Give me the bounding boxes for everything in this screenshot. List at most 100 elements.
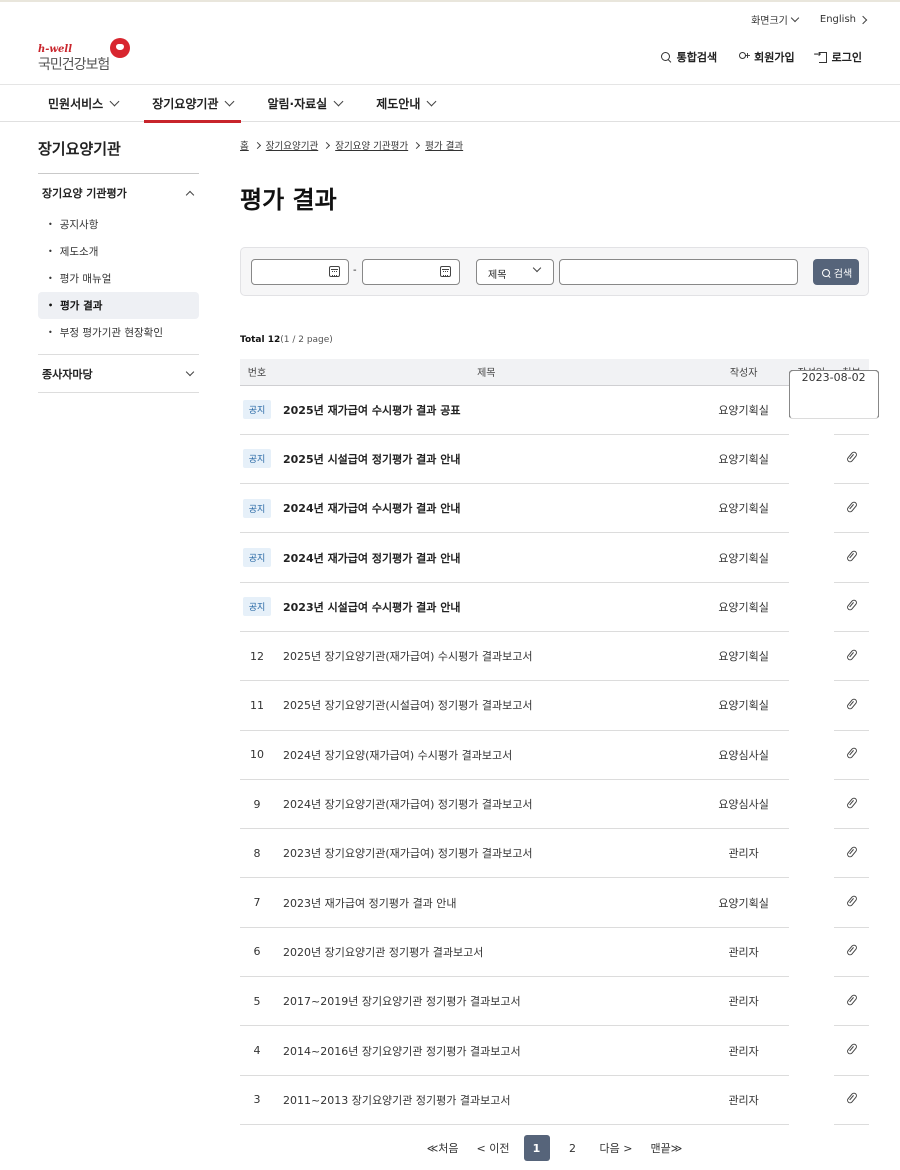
row-title-link[interactable]: 2023년 장기요양기관(재가급여) 정기평가 결과보고서 [274,828,699,879]
sidebar: 장기요양기관 장기요양 기관평가 공지사항제도소개평가 매뉴얼평가 결과부정 평… [38,138,199,393]
paperclip-icon[interactable] [845,1091,858,1105]
language-menu[interactable]: English [820,12,868,27]
breadcrumb-item[interactable]: 장기요양기관 [266,138,318,152]
row-number: 10 [240,730,274,780]
breadcrumb-item[interactable]: 평가 결과 [425,138,463,152]
row-title-link[interactable]: 2020년 장기요양기관 정기평가 결과보고서 [274,927,699,978]
search-input[interactable] [559,259,798,285]
calendar-icon[interactable] [440,266,451,277]
sidebar-group-evaluation[interactable]: 장기요양 기관평가 [38,174,199,211]
row-number: 공지 [240,385,274,435]
paperclip-icon[interactable] [845,943,858,957]
paperclip-icon[interactable] [845,894,858,908]
paperclip-icon[interactable] [845,845,858,859]
login-icon [814,50,827,63]
font-size-menu[interactable]: 화면크기 [751,12,800,27]
row-number: 12 [240,631,274,682]
notice-badge: 공지 [242,597,272,617]
sidebar-group-workers[interactable]: 종사자마당 [38,355,199,393]
page-2-button[interactable]: 2 [560,1135,586,1161]
row-title-link[interactable]: 2024년 장기요양(재가급여) 수시평가 결과보고서 [274,730,699,780]
total-count: Total 12(1 / 2 page) [240,335,333,345]
row-attachment [834,532,869,583]
row-title-link[interactable]: 2023년 시설급여 수시평가 결과 안내 [274,582,699,632]
row-number: 7 [240,877,274,928]
chevron-down-icon [185,367,195,376]
chevron-down-icon [790,13,800,22]
row-title-link[interactable]: 2011~2013 장기요양기관 정기평가 결과보고서 [274,1075,699,1125]
table-row: 공지2024년 재가급여 정기평가 결과 안내요양기획실2025-02-26 [240,370,879,583]
header-actions: 통합검색 회원가입 로그인 [660,49,862,65]
row-number: 공지 [240,483,274,534]
row-author: 요양기획실 [698,532,789,583]
user-add-icon [737,51,751,63]
row-date: 2023-08-02 [788,370,879,420]
table-row: 102024년 장기요양(재가급여) 수시평가 결과보고서요양심사실2025-0… [240,370,879,780]
sidebar-item-2[interactable]: 평가 매뉴얼 [38,265,199,292]
column-header: 제목 [274,359,699,386]
row-attachment [834,828,869,879]
row-attachment [834,779,869,830]
integrated-search-button[interactable]: 통합검색 [660,49,717,65]
page-1-button[interactable]: 1 [523,1135,550,1161]
sidebar-item-4[interactable]: 부정 평가기관 현장확인 [38,319,199,346]
paperclip-icon[interactable] [845,1042,858,1056]
row-title-link[interactable]: 2017~2019년 장기요양기관 정기평가 결과보고서 [274,976,699,1027]
row-number: 11 [240,680,274,731]
top-border [0,0,900,2]
row-author: 요양기획실 [698,631,789,682]
calendar-icon[interactable] [329,266,340,277]
start-date-input[interactable] [251,259,349,285]
row-number: 3 [240,1075,274,1125]
paperclip-icon[interactable] [845,697,858,711]
row-title-link[interactable]: 2025년 시설급여 정기평가 결과 안내 [274,434,699,485]
chevron-down-icon [532,263,542,273]
search-icon [820,267,831,278]
search-field-select[interactable]: 제목 [476,259,554,285]
site-logo[interactable]: h-well 국민건강보험 [38,38,138,73]
prev-page-button[interactable]: < 이전 [473,1140,514,1156]
sidebar-item-1[interactable]: 제도소개 [38,238,199,265]
row-author: 요양심사실 [698,730,789,780]
signup-button[interactable]: 회원가입 [737,49,795,65]
breadcrumb-item[interactable]: 홈 [240,138,249,152]
row-title-link[interactable]: 2025년 장기요양기관(시설급여) 정기평가 결과보고서 [274,680,699,731]
table-row: 112025년 장기요양기관(시설급여) 정기평가 결과보고서요양기획실2026… [240,370,879,731]
table-row: 공지2024년 재가급여 수시평가 결과 안내요양기획실2025-05-02 [240,370,879,534]
row-title-link[interactable]: 2023년 재가급여 정기평가 결과 안내 [274,877,699,928]
row-title-link[interactable]: 2024년 재가급여 정기평가 결과 안내 [274,532,699,583]
row-title-link[interactable]: 2024년 재가급여 수시평가 결과 안내 [274,483,699,534]
paperclip-icon[interactable] [845,648,858,662]
row-author: 요양기획실 [698,385,789,435]
paperclip-icon[interactable] [845,500,858,514]
row-author: 관리자 [698,976,789,1027]
search-panel: - 제목 검색 [240,247,869,296]
row-title-link[interactable]: 2024년 장기요양기관(재가급여) 정기평가 결과보고서 [274,779,699,830]
row-title-link[interactable]: 2025년 장기요양기관(재가급여) 수시평가 결과보고서 [274,631,699,682]
paperclip-icon[interactable] [845,450,858,464]
row-title-link[interactable]: 2025년 재가급여 수시평가 결과 공표 [274,385,699,435]
chevron-up-icon [185,190,195,199]
row-title-link[interactable]: 2014~2016년 장기요양기관 정기평가 결과보고서 [274,1025,699,1076]
next-page-button[interactable]: 다음 > [596,1140,637,1156]
page-title: 평가 결과 [240,186,337,214]
paperclip-icon[interactable] [845,746,858,760]
sidebar-item-0[interactable]: 공지사항 [38,211,199,238]
paperclip-icon[interactable] [845,795,858,810]
paperclip-icon[interactable] [845,598,858,612]
breadcrumb-item[interactable]: 장기요양 기관평가 [335,138,408,152]
gnb-item-0[interactable]: 민원서비스 [40,85,126,122]
login-button[interactable]: 로그인 [814,49,862,65]
paperclip-icon[interactable] [845,549,858,563]
last-page-button[interactable]: 맨끝≫ [646,1140,686,1156]
sidebar-item-3[interactable]: 평가 결과 [38,292,199,319]
search-button[interactable]: 검색 [813,259,859,285]
first-page-button[interactable]: ≪처음 [423,1140,463,1156]
gnb-item-1[interactable]: 장기요양기관 [144,85,242,123]
paperclip-icon[interactable] [845,993,858,1007]
sidebar-submenu: 공지사항제도소개평가 매뉴얼평가 결과부정 평가기관 현장확인 [38,211,199,355]
gnb-item-2[interactable]: 알림·자료실 [259,85,350,122]
row-attachment [834,976,869,1027]
gnb-item-3[interactable]: 제도안내 [368,85,443,122]
end-date-input[interactable] [362,259,460,285]
